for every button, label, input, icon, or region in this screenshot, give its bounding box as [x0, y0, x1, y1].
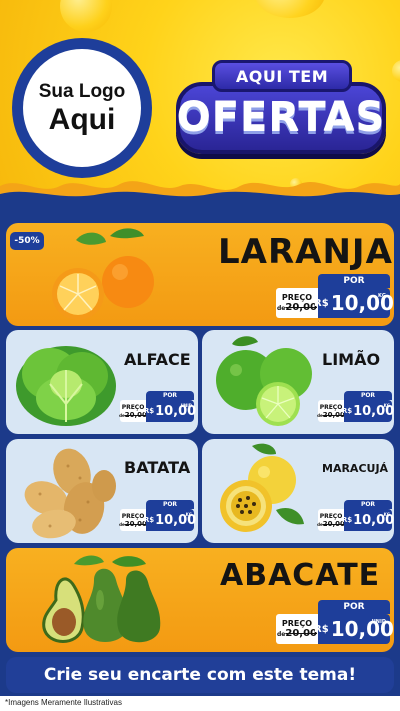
lettuce-icon — [16, 346, 116, 426]
price-currency: R$ — [341, 407, 353, 415]
price-old-value: de20,00 — [317, 519, 345, 528]
price-tag-abacate: POR PREÇO de20,00 R$ 10,00 UNID — [276, 600, 394, 646]
offers-badge-main: OFERTAS — [176, 82, 386, 154]
potato-icon — [24, 448, 116, 539]
price-unit: UNID — [180, 403, 192, 408]
price-currency: R$ — [143, 407, 155, 415]
price-preco-label: PREÇO — [319, 512, 343, 520]
price-old-box: PREÇO de20,00 — [276, 288, 318, 318]
orange-fruit-icon — [52, 228, 154, 320]
price-old-box: PREÇO de20,00 — [119, 400, 147, 422]
price-preco-label: PREÇO — [121, 512, 145, 520]
price-unit: KG — [185, 512, 192, 517]
price-old-value: de20,00 — [317, 410, 345, 419]
offers-badge: OFERTAS AQUI TEM — [176, 60, 386, 164]
price-preco-label: PREÇO — [281, 619, 313, 628]
price-por-label: POR — [318, 600, 390, 614]
price-currency: R$ — [143, 516, 155, 524]
product-name-laranja: LARANJA — [218, 232, 393, 272]
price-tag-laranja: POR PREÇO de20,00 R$ 10,00 KG — [276, 274, 394, 320]
price-unit: KG — [383, 403, 390, 408]
cta-banner[interactable]: Crie seu encarte com este tema! — [6, 657, 394, 693]
product-name-maracuja: MARACUJÁ — [322, 462, 389, 475]
price-old-value: de20,00 — [119, 519, 147, 528]
lime-icon — [216, 336, 312, 426]
price-unit: KG — [378, 293, 386, 299]
product-name-abacate: ABACATE — [220, 558, 381, 593]
logo-circle: Sua Logo Aqui — [23, 49, 141, 167]
price-new-box: R$ 10,00 KG — [341, 509, 394, 531]
price-old-box: PREÇO de20,00 — [119, 509, 147, 531]
product-name-alface: ALFACE — [124, 350, 191, 369]
price-tag-maracuja: POR PREÇO de20,00 R$ 10,00 KG — [317, 500, 394, 532]
offers-badge-subtitle: AQUI TEM — [235, 66, 329, 86]
price-tag-alface: POR PREÇO de20,00 R$ 10,00 UNID — [119, 391, 196, 423]
discount-badge: -50% — [10, 232, 44, 250]
price-new-box: R$ 10,00 UNID — [143, 400, 196, 422]
price-preco-label: PREÇO — [319, 403, 343, 411]
price-new-box: R$ 10,00 KG — [341, 400, 394, 422]
logo-placeholder[interactable]: Sua Logo Aqui — [12, 38, 152, 178]
product-name-limao: LIMÃO — [322, 350, 381, 369]
price-old-value: de20,00 — [119, 410, 147, 419]
header-banner: Sua Logo Aqui OFERTAS AQUI TEM — [0, 0, 400, 200]
product-name-batata: BATATA — [124, 458, 191, 477]
price-old-box: PREÇO de20,00 — [317, 509, 345, 531]
price-por-label: POR — [146, 500, 194, 509]
price-currency: R$ — [314, 297, 329, 309]
price-new-box: R$ 10,00 KG — [314, 288, 394, 318]
price-old-value: de20,00 — [276, 628, 317, 639]
passion-fruit-icon — [220, 443, 304, 532]
price-tag-limao: POR PREÇO de20,00 R$ 10,00 KG — [317, 391, 394, 423]
avocado-icon — [42, 555, 161, 643]
price-por-label: POR — [146, 391, 194, 400]
price-currency: R$ — [314, 623, 329, 635]
logo-text-line2: Aqui — [48, 103, 116, 136]
offers-badge-top: AQUI TEM — [212, 60, 352, 92]
price-old-box: PREÇO de20,00 — [276, 614, 318, 644]
price-currency: R$ — [341, 516, 353, 524]
offers-badge-title: OFERTAS — [176, 95, 386, 141]
decor-bubble — [392, 60, 400, 82]
price-unit: KG — [383, 512, 390, 517]
price-new-box: R$ 10,00 UNID — [314, 614, 394, 644]
price-old-value: de20,00 — [276, 302, 317, 313]
price-tag-batata: POR PREÇO de20,00 R$ 10,00 KG — [119, 500, 196, 532]
price-preco-label: PREÇO — [281, 293, 313, 302]
header-wave — [0, 181, 400, 200]
price-old-box: PREÇO de20,00 — [317, 400, 345, 422]
footer-bar: *Imagens Meramente Ilustrativas — [0, 696, 400, 711]
cta-text: Crie seu encarte com este tema! — [43, 665, 357, 685]
footnote-text: *Imagens Meramente Ilustrativas — [5, 698, 122, 707]
price-preco-label: PREÇO — [121, 403, 145, 411]
decor-bubble — [255, 0, 325, 18]
decor-bubble — [60, 0, 112, 32]
price-unit: UNID — [371, 619, 386, 625]
price-por-label: POR — [344, 500, 392, 509]
price-new-box: R$ 10,00 KG — [143, 509, 196, 531]
price-por-label: POR — [344, 391, 392, 400]
price-por-label: POR — [318, 274, 390, 288]
logo-text-line1: Sua Logo — [38, 81, 126, 102]
